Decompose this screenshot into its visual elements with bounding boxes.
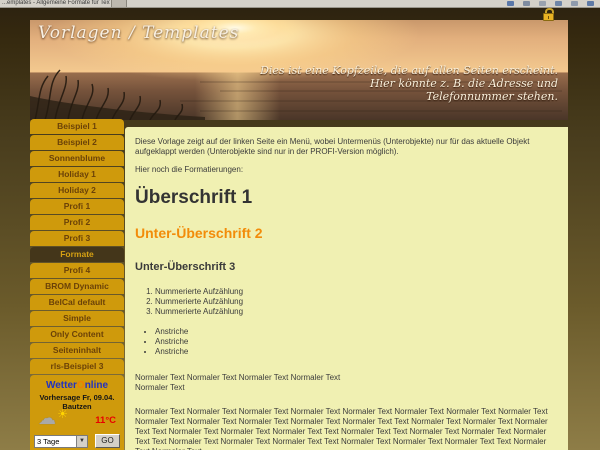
sidebar-item-only-content[interactable]: Only Content xyxy=(30,327,124,342)
bullet-list: Anstriche Anstriche Anstriche xyxy=(155,327,558,357)
browser-toolbar xyxy=(507,1,594,6)
sidebar-item-profi-2[interactable]: Profi 2 xyxy=(30,215,124,230)
go-button[interactable]: GO xyxy=(95,434,120,448)
sidebar-item-holiday-1[interactable]: Holiday 1 xyxy=(30,167,124,182)
sidebar-item-profi-1[interactable]: Profi 1 xyxy=(30,199,124,214)
toolbar-icon[interactable] xyxy=(555,1,562,6)
toolbar-icon[interactable] xyxy=(571,1,578,6)
heading-2: Unter-Überschrift 2 xyxy=(135,226,558,241)
sidebar-item-beispiel-2[interactable]: Beispiel 2 xyxy=(30,135,124,150)
sidebar-item-seiteninhalt[interactable]: Seiteninhalt xyxy=(30,343,124,358)
sidebar-item-profi-3[interactable]: Profi 3 xyxy=(30,231,124,246)
cloud-icon: ☁ xyxy=(38,409,56,427)
partly-cloudy-icon: ☀ ☁ xyxy=(38,412,70,430)
heading-1: Überschrift 1 xyxy=(135,187,558,208)
sun-icon: ☀ xyxy=(57,408,68,420)
normal-text-paragraph: Normaler Text Normaler Text Normaler Tex… xyxy=(135,373,558,393)
numbered-list-item: Nummerierte Aufzählung xyxy=(155,287,558,297)
sidebar-item-rls-beispiel-3[interactable]: rls-Beispiel 3 xyxy=(30,359,124,374)
weather-forecast-date: Vorhersage Fr, 09.04. xyxy=(30,393,124,402)
sidebar-item-belcal-default[interactable]: BelCal default xyxy=(30,295,124,310)
sun-o-icon: O xyxy=(77,380,85,391)
sidebar-item-holiday-2[interactable]: Holiday 2 xyxy=(30,183,124,198)
browser-tab-title[interactable]: ...emplates - Allgemeine Formate für Tex… xyxy=(2,0,110,7)
formats-label: Hier noch die Formatierungen: xyxy=(135,165,558,175)
heading-3: Unter-Überschrift 3 xyxy=(135,261,558,273)
padlock-icon xyxy=(543,8,554,21)
sidebar-item-sonnenblume[interactable]: Sonnenblume xyxy=(30,151,124,166)
numbered-list-item: Nummerierte Aufzählung xyxy=(155,307,558,317)
intro-paragraph: Diese Vorlage zeigt auf der linken Seite… xyxy=(135,137,558,157)
forecast-range-select[interactable]: 3 Tage ▼ xyxy=(34,435,88,448)
toolbar-icon[interactable] xyxy=(523,1,530,6)
sidebar-item-simple[interactable]: Simple xyxy=(30,311,124,326)
tagline-line: Hier könnte z. B. die Adresse und xyxy=(260,77,558,90)
sidebar-item-formate[interactable]: Formate xyxy=(30,247,124,262)
temperature-value: 11°C xyxy=(95,415,116,426)
paragraph-line: Normaler Text Normaler Text Normaler Tex… xyxy=(135,373,340,382)
bullet-list-item: Anstriche xyxy=(155,327,558,337)
tab-divider xyxy=(111,0,127,7)
sidebar-item-beispiel-1[interactable]: Beispiel 1 xyxy=(30,119,124,134)
weather-widget: WetterOnline Vorhersage Fr, 09.04. Bautz… xyxy=(30,375,124,450)
main-content: Diese Vorlage zeigt auf der linken Seite… xyxy=(125,127,568,450)
toolbar-icon[interactable] xyxy=(539,1,546,6)
tagline-line: Telefonnummer stehen. xyxy=(260,90,558,103)
browser-chrome-strip: ...emplates - Allgemeine Formate für Tex… xyxy=(0,0,600,8)
wetteronline-logo[interactable]: WetterOnline xyxy=(30,375,124,391)
tagline-line: Dies ist eine Kopfzeile, die auf allen S… xyxy=(260,64,558,77)
toolbar-icon[interactable] xyxy=(507,1,514,6)
numbered-list: Nummerierte Aufzählung Nummerierte Aufzä… xyxy=(155,287,558,317)
header-banner: Vorlagen / Templates Dies ist eine Kopfz… xyxy=(30,20,568,120)
site-title: Vorlagen / Templates xyxy=(38,23,239,43)
dropdown-arrow-icon[interactable]: ▼ xyxy=(76,436,87,447)
normal-text-paragraph-long: Normaler Text Normaler Text Normaler Tex… xyxy=(135,407,558,450)
sidebar-item-profi-4[interactable]: Profi 4 xyxy=(30,263,124,278)
bullet-list-item: Anstriche xyxy=(155,337,558,347)
bullet-list-item: Anstriche xyxy=(155,347,558,357)
forecast-range-value: 3 Tage xyxy=(35,436,76,447)
site-wrapper: Vorlagen / Templates Dies ist eine Kopfz… xyxy=(30,20,568,450)
toolbar-icon[interactable] xyxy=(587,1,594,6)
sidebar-item-brom-dynamic[interactable]: BROM Dynamic xyxy=(30,279,124,294)
numbered-list-item: Nummerierte Aufzählung xyxy=(155,297,558,307)
paragraph-line: Normaler Text xyxy=(135,383,185,392)
header-tagline: Dies ist eine Kopfzeile, die auf allen S… xyxy=(260,64,558,103)
sidebar-menu: Beispiel 1 Beispiel 2 Sonnenblume Holida… xyxy=(30,119,124,375)
